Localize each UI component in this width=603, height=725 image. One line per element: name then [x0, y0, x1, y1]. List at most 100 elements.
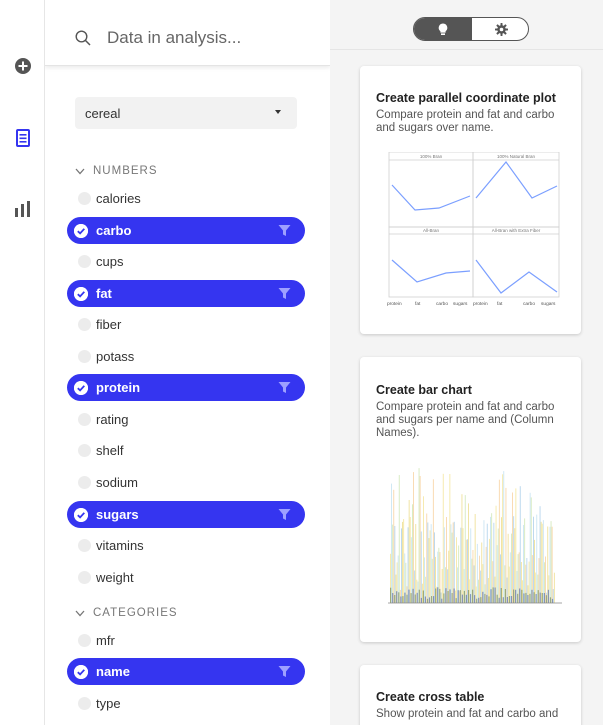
bar-mark — [461, 594, 463, 603]
field-name[interactable]: name — [67, 658, 305, 685]
filter-icon[interactable] — [278, 665, 291, 678]
bar-mark — [420, 531, 422, 603]
field-protein[interactable]: protein — [67, 374, 305, 401]
bar-mark — [551, 526, 553, 603]
bar-mark — [415, 524, 417, 603]
bar-chart-thumbnail — [388, 468, 562, 604]
bar-mark — [527, 595, 529, 603]
field-cups[interactable]: cups — [67, 248, 305, 275]
filter-icon[interactable] — [278, 381, 291, 394]
field-vitamins[interactable]: vitamins — [67, 532, 305, 559]
bar-mark — [457, 590, 459, 603]
bar-mark — [393, 489, 395, 603]
bar-mark — [439, 588, 441, 603]
bar-mark — [502, 474, 504, 603]
settings-tab[interactable] — [472, 18, 528, 40]
bar-mark — [505, 487, 507, 603]
field-mfr[interactable]: mfr — [67, 627, 305, 654]
bar-mark — [470, 528, 472, 603]
bar-mark — [391, 483, 392, 603]
bar-mark — [402, 596, 404, 603]
field-sodium[interactable]: sodium — [67, 469, 305, 496]
bar-mark — [550, 521, 552, 603]
field-fat[interactable]: fat — [67, 280, 305, 307]
bar-mark — [506, 597, 508, 603]
series-line — [391, 184, 471, 211]
bar-mark — [464, 495, 466, 603]
field-potass[interactable]: potass — [67, 343, 305, 370]
recommendations-tab[interactable] — [414, 18, 472, 40]
field-label: protein — [96, 380, 141, 395]
add-data-button[interactable] — [9, 52, 37, 80]
series-line — [475, 161, 558, 199]
field-label: vitamins — [96, 538, 144, 553]
bar-mark — [421, 583, 423, 603]
series-line — [475, 259, 558, 294]
bar-mark — [441, 598, 443, 603]
bar-mark — [478, 597, 480, 603]
recommendation-card-parallel-coordinates[interactable]: Create parallel coordinate plot Compare … — [360, 66, 581, 334]
axis-label: sugars — [541, 301, 556, 307]
bar-mark — [476, 543, 478, 603]
field-label: shelf — [96, 443, 124, 458]
bar-mark — [511, 533, 512, 603]
field-carbo[interactable]: carbo — [67, 217, 305, 244]
dataset-select[interactable]: cereal — [75, 97, 297, 129]
bar-mark — [517, 593, 519, 603]
parallel-coordinate-thumbnail: 100% Bran 100% Natural Bran All-Bran All… — [387, 152, 560, 307]
field-type[interactable]: type — [67, 690, 305, 717]
bar-mark — [404, 592, 406, 603]
field-calories[interactable]: calories — [67, 185, 305, 212]
unselected-dot-icon — [78, 350, 91, 363]
bar-mark — [481, 542, 483, 603]
bar-mark — [549, 526, 551, 603]
field-label: fiber — [96, 317, 122, 332]
bar-mark — [529, 492, 531, 603]
bar-mark — [498, 479, 500, 603]
bar-mark — [496, 594, 498, 603]
recommendation-card-cross-table[interactable]: Create cross table Show protein and fat … — [360, 665, 581, 725]
section-categories[interactable]: CATEGORIES — [75, 605, 178, 621]
field-label: weight — [96, 570, 134, 585]
section-numbers[interactable]: NUMBERS — [75, 163, 158, 179]
view-toggle[interactable] — [413, 17, 529, 41]
bar-mark — [449, 589, 451, 603]
field-rating[interactable]: rating — [67, 406, 305, 433]
recommendation-card-bar-chart[interactable]: Create bar chart Compare protein and fat… — [360, 357, 581, 642]
bar-mark — [434, 532, 435, 603]
bar-mark — [515, 589, 517, 603]
bar-mark — [512, 492, 513, 603]
bar-mark — [428, 597, 431, 603]
bar-mark — [465, 539, 467, 603]
axis-label: fat — [415, 301, 421, 307]
field-weight[interactable]: weight — [67, 564, 305, 591]
chevron-down-icon — [75, 168, 85, 174]
card-title: Create cross table — [376, 690, 485, 704]
check-circle-icon — [74, 508, 88, 522]
bar-mark — [410, 593, 412, 603]
field-label: carbo — [96, 223, 132, 238]
bar-mark — [401, 528, 402, 603]
data-panel-button[interactable] — [9, 124, 37, 152]
filter-icon[interactable] — [278, 224, 291, 237]
bar-mark — [394, 595, 396, 603]
panel-label: 100% Bran — [420, 154, 443, 159]
unselected-dot-icon — [78, 571, 91, 584]
visualizations-button[interactable] — [9, 195, 37, 223]
unselected-dot-icon — [78, 697, 91, 710]
search-input[interactable] — [107, 24, 312, 52]
bar-mark — [521, 589, 523, 603]
bar-mark — [482, 591, 484, 603]
bar-mark — [495, 505, 497, 603]
field-shelf[interactable]: shelf — [67, 437, 305, 464]
bar-mark — [529, 593, 531, 603]
bar-mark — [498, 597, 500, 603]
bar-mark — [488, 596, 490, 603]
bar-mark — [433, 596, 435, 603]
panel-label: All-Bran with Extra Fiber — [492, 228, 541, 233]
field-sugars[interactable]: sugars — [67, 501, 305, 528]
filter-icon[interactable] — [278, 508, 291, 521]
field-fiber[interactable]: fiber — [67, 311, 305, 338]
filter-icon[interactable] — [278, 287, 291, 300]
bar-mark — [496, 545, 498, 603]
